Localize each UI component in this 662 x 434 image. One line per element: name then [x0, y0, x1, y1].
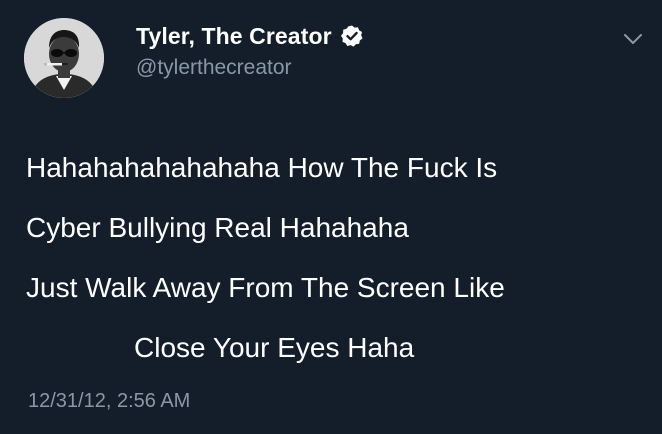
- chevron-down-icon: [624, 34, 642, 44]
- tweet-card: Tyler, The Creator @tylerthecreator Haha…: [0, 0, 662, 434]
- tweet-text-line: Just Walk Away From The Screen Like: [26, 272, 505, 303]
- tweet-text-line: Close Your Eyes Haha: [134, 332, 415, 363]
- avatar[interactable]: [24, 18, 104, 98]
- author-name-row: Tyler, The Creator: [136, 22, 364, 50]
- verified-badge-icon: [340, 25, 363, 47]
- avatar-photo-icon: [24, 18, 104, 98]
- tweet-text-line: Cyber Bullying Real Hahahaha: [26, 212, 409, 243]
- tweet-menu-button[interactable]: [622, 32, 644, 46]
- tweet-text-line: Hahahahahahahaha How The Fuck Is: [26, 152, 498, 183]
- tweet-timestamp[interactable]: 12/31/12, 2:56 AM: [28, 390, 190, 413]
- author-display-name[interactable]: Tyler, The Creator: [136, 23, 332, 50]
- author-handle[interactable]: @tylerthecreator: [136, 56, 292, 80]
